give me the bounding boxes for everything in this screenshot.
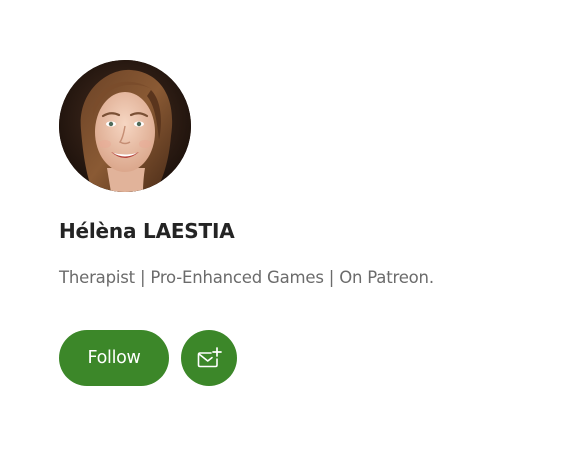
profile-actions: Follow bbox=[59, 330, 237, 386]
profile-card: Hélèna LAESTIA Therapist | Pro-Enhanced … bbox=[0, 0, 570, 468]
avatar-photo bbox=[59, 60, 191, 192]
subscribe-button[interactable] bbox=[181, 330, 237, 386]
follow-button[interactable]: Follow bbox=[59, 330, 169, 386]
avatar[interactable] bbox=[59, 60, 191, 192]
mail-plus-icon bbox=[195, 344, 223, 372]
profile-name: Hélèna LAESTIA bbox=[59, 219, 235, 243]
profile-bio: Therapist | Pro-Enhanced Games | On Patr… bbox=[59, 268, 434, 287]
